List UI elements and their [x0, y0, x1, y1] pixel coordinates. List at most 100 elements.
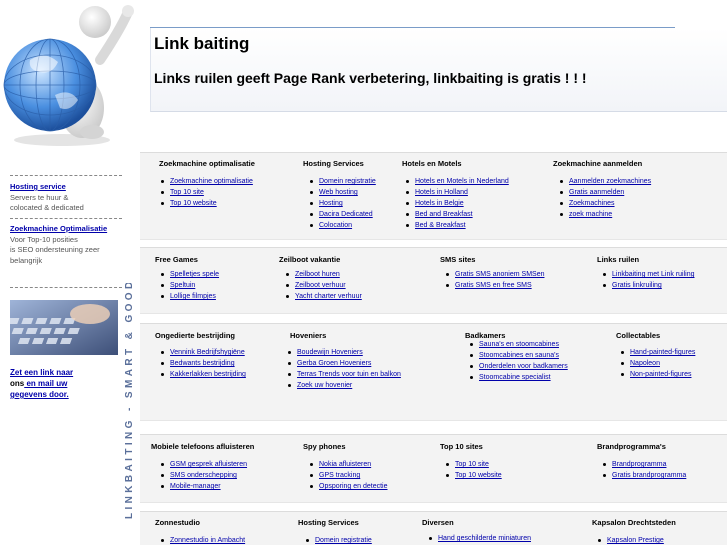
list-item: Gratis aanmelden: [560, 187, 651, 198]
list-item: Zeilboot verhuur: [286, 280, 362, 291]
category-link-list: Kapsalon Prestige: [598, 535, 664, 545]
category-link-list: Zoekmachine optimalisatie Top 10 site Top …: [161, 176, 253, 209]
category-link[interactable]: Domein registratie: [319, 178, 376, 185]
category-link[interactable]: Speltuin: [170, 282, 195, 289]
category-link[interactable]: Kakkerlakken bestrijding: [170, 371, 246, 378]
category-link[interactable]: Boudewijn Hoveniers: [297, 349, 363, 356]
category-link[interactable]: Bed and Breakfast: [415, 211, 473, 218]
category-link[interactable]: Top 10 site: [455, 461, 489, 468]
category-link[interactable]: Linkbaiting met Link ruiling: [612, 271, 695, 278]
link-to-us-link[interactable]: Zet een link naar: [10, 368, 73, 377]
category-link[interactable]: Stoomcabine specialist: [479, 374, 551, 381]
category-link[interactable]: Top 10 website: [455, 472, 502, 479]
category-link[interactable]: Web hosting: [319, 189, 358, 196]
category-link[interactable]: Lollige filmpjes: [170, 293, 216, 300]
list-item: Bed and Breakfast: [406, 209, 509, 220]
category-link[interactable]: GPS tracking: [319, 472, 360, 479]
category-link-list: Linkbaiting met Link ruiling Gratis linkr…: [603, 269, 695, 291]
category-link[interactable]: Bedwants bestrijding: [170, 360, 235, 367]
category-title: Hosting Services: [303, 159, 364, 168]
list-item: Brandprogramma: [603, 459, 686, 470]
mail-details-link[interactable]: en mail uw: [24, 379, 67, 388]
category-link[interactable]: Mobile-manager: [170, 483, 221, 490]
list-item: Hand geschilderde miniaturen: [429, 533, 531, 544]
category-link[interactable]: Aanmelden zoekmachines: [569, 178, 651, 185]
category-link[interactable]: Gratis aanmelden: [569, 189, 624, 196]
category-link[interactable]: Top 10 website: [170, 200, 217, 207]
category-title: Zoekmachine optimalisatie: [159, 159, 255, 168]
list-item: zoek machine: [560, 209, 651, 220]
category-link[interactable]: Zonnestudio in Ambacht: [170, 537, 245, 544]
list-item: Lollige filmpjes: [161, 291, 219, 302]
category-link[interactable]: Brandprogramma: [612, 461, 666, 468]
category-link[interactable]: GSM gesprek afluisteren: [170, 461, 247, 468]
category-link[interactable]: Sauna's en stoomcabines: [479, 341, 559, 348]
category-link[interactable]: Zeilboot huren: [295, 271, 340, 278]
category-link-list: Brandprogramma Gratis brandprogramma: [603, 459, 686, 481]
list-item: Zoekmachine optimalisatie: [161, 176, 253, 187]
category-link[interactable]: Hotels en Motels in Nederland: [415, 178, 509, 185]
category-link[interactable]: Hand-painted-figures: [630, 349, 695, 356]
list-item: Bedwants bestrijding: [161, 358, 246, 369]
hosting-service-link[interactable]: Hosting service: [10, 182, 66, 191]
list-item: Zeilboot huren: [286, 269, 362, 280]
list-item: Non-painted-figures: [621, 369, 695, 380]
category-title: Free Games: [155, 255, 198, 264]
mail-details-link-2[interactable]: gegevens door.: [10, 390, 69, 399]
category-link[interactable]: Zoek uw hovenier: [297, 382, 352, 389]
list-item: Stoomcabines en sauna's: [470, 350, 568, 361]
category-link[interactable]: Gerba Groen Hoveniers: [297, 360, 371, 367]
category-link[interactable]: Napoleon: [630, 360, 660, 367]
category-link[interactable]: Zoekmachine optimalisatie: [170, 178, 253, 185]
list-item: Gratis SMS en free SMS: [446, 280, 544, 291]
category-title: Top 10 sites: [440, 442, 483, 451]
list-item: Kapsalon Prestige: [598, 535, 664, 545]
category-link[interactable]: Colocation: [319, 222, 352, 229]
category-link[interactable]: Gratis SMS anoniem SMSen: [455, 271, 544, 278]
list-item: Hotels in Belgie: [406, 198, 509, 209]
category-title: Kapsalon Drechtsteden: [592, 518, 676, 527]
category-link[interactable]: Onderdelen voor badkamers: [479, 363, 568, 370]
category-title: Hotels en Motels: [402, 159, 462, 168]
category-link[interactable]: Nokia afluisteren: [319, 461, 371, 468]
category-title: SMS sites: [440, 255, 476, 264]
seo-ad: Zoekmachine Optimalisatie Voor Top-10 po…: [0, 224, 125, 266]
page-title: Link baiting: [154, 34, 250, 53]
category-link[interactable]: Gratis brandprogramma: [612, 472, 686, 479]
category-link[interactable]: Hand geschilderde miniaturen: [438, 535, 531, 542]
category-link[interactable]: Dacira Dedicated: [319, 211, 373, 218]
list-item: Domein registratie: [306, 535, 372, 545]
category-link[interactable]: Stoomcabines en sauna's: [479, 352, 559, 359]
category-link[interactable]: Hotels in Holland: [415, 189, 468, 196]
category-link[interactable]: Gratis linkruiling: [612, 282, 662, 289]
category-link[interactable]: Vennink Bedrijfshygiëne: [170, 349, 245, 356]
category-link[interactable]: Bed & Breakfast: [415, 222, 466, 229]
category-link-list: Boudewijn Hoveniers Gerba Groen Hoveniers…: [288, 347, 401, 391]
category-link[interactable]: Hosting: [319, 200, 343, 207]
category-link[interactable]: SMS onderschepping: [170, 472, 237, 479]
category-link[interactable]: Domein registratie: [315, 537, 372, 544]
category-link[interactable]: Top 10 site: [170, 189, 204, 196]
category-link[interactable]: Spelletjes spele: [170, 271, 219, 278]
category-title: Hoveniers: [290, 331, 327, 340]
category-link[interactable]: Hotels in Belgie: [415, 200, 464, 207]
list-item: Hand-painted-figures: [621, 347, 695, 358]
category-link[interactable]: Zoekmachines: [569, 200, 615, 207]
category-link-list: Vennink Bedrijfshygiëne Bedwants bestrijd…: [161, 347, 246, 380]
list-item: Speltuin: [161, 280, 219, 291]
category-link[interactable]: zoek machine: [569, 211, 612, 218]
list-item: GPS tracking: [310, 470, 388, 481]
list-item: GSM gesprek afluisteren: [161, 459, 247, 470]
category-link[interactable]: Terras Trends voor tuin en balkon: [297, 371, 401, 378]
seo-link[interactable]: Zoekmachine Optimalisatie: [10, 224, 107, 233]
category-link[interactable]: Kapsalon Prestige: [607, 537, 664, 544]
divider: [10, 287, 122, 288]
list-item: Gratis linkruiling: [603, 280, 695, 291]
category-link[interactable]: Yacht charter verhuur: [295, 293, 362, 300]
category-link[interactable]: Opsporing en detectie: [319, 483, 388, 490]
list-item: Zoekmachines: [560, 198, 651, 209]
category-link[interactable]: Gratis SMS en free SMS: [455, 282, 532, 289]
category-link-list: Top 10 site Top 10 website: [446, 459, 502, 481]
category-link[interactable]: Non-painted-figures: [630, 371, 691, 378]
category-link[interactable]: Zeilboot verhuur: [295, 282, 346, 289]
